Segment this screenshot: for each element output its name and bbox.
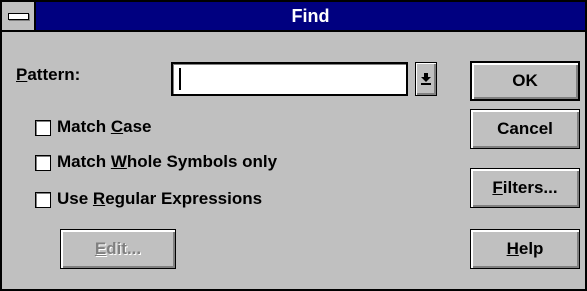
system-menu-icon — [8, 13, 29, 20]
pattern-dropdown-button[interactable] — [415, 62, 437, 96]
system-menu-button[interactable] — [2, 2, 36, 30]
regular-expressions-label[interactable]: Use Regular Expressions — [57, 189, 262, 209]
pattern-label: Pattern: — [16, 65, 81, 84]
match-case-label[interactable]: Match Case — [57, 117, 152, 137]
match-case-checkbox[interactable] — [35, 120, 51, 136]
window-title: Find — [291, 6, 330, 26]
regular-expressions-checkbox[interactable] — [35, 192, 51, 208]
edit-button[interactable]: Edit... — [60, 229, 176, 269]
filters-button[interactable]: Filters... — [470, 168, 580, 208]
title-bar[interactable]: Find — [2, 2, 585, 32]
pattern-input[interactable] — [171, 62, 408, 96]
find-dialog: Find Pattern: Match Case Match Whole Sym… — [0, 0, 587, 291]
help-button[interactable]: Help — [470, 229, 580, 269]
match-whole-symbols-checkbox[interactable] — [35, 155, 51, 171]
ok-button[interactable]: OK — [470, 61, 580, 101]
text-caret — [179, 68, 181, 90]
match-whole-symbols-label[interactable]: Match Whole Symbols only — [57, 152, 277, 172]
cancel-button[interactable]: Cancel — [470, 109, 580, 149]
dropdown-arrow-icon — [421, 73, 431, 85]
